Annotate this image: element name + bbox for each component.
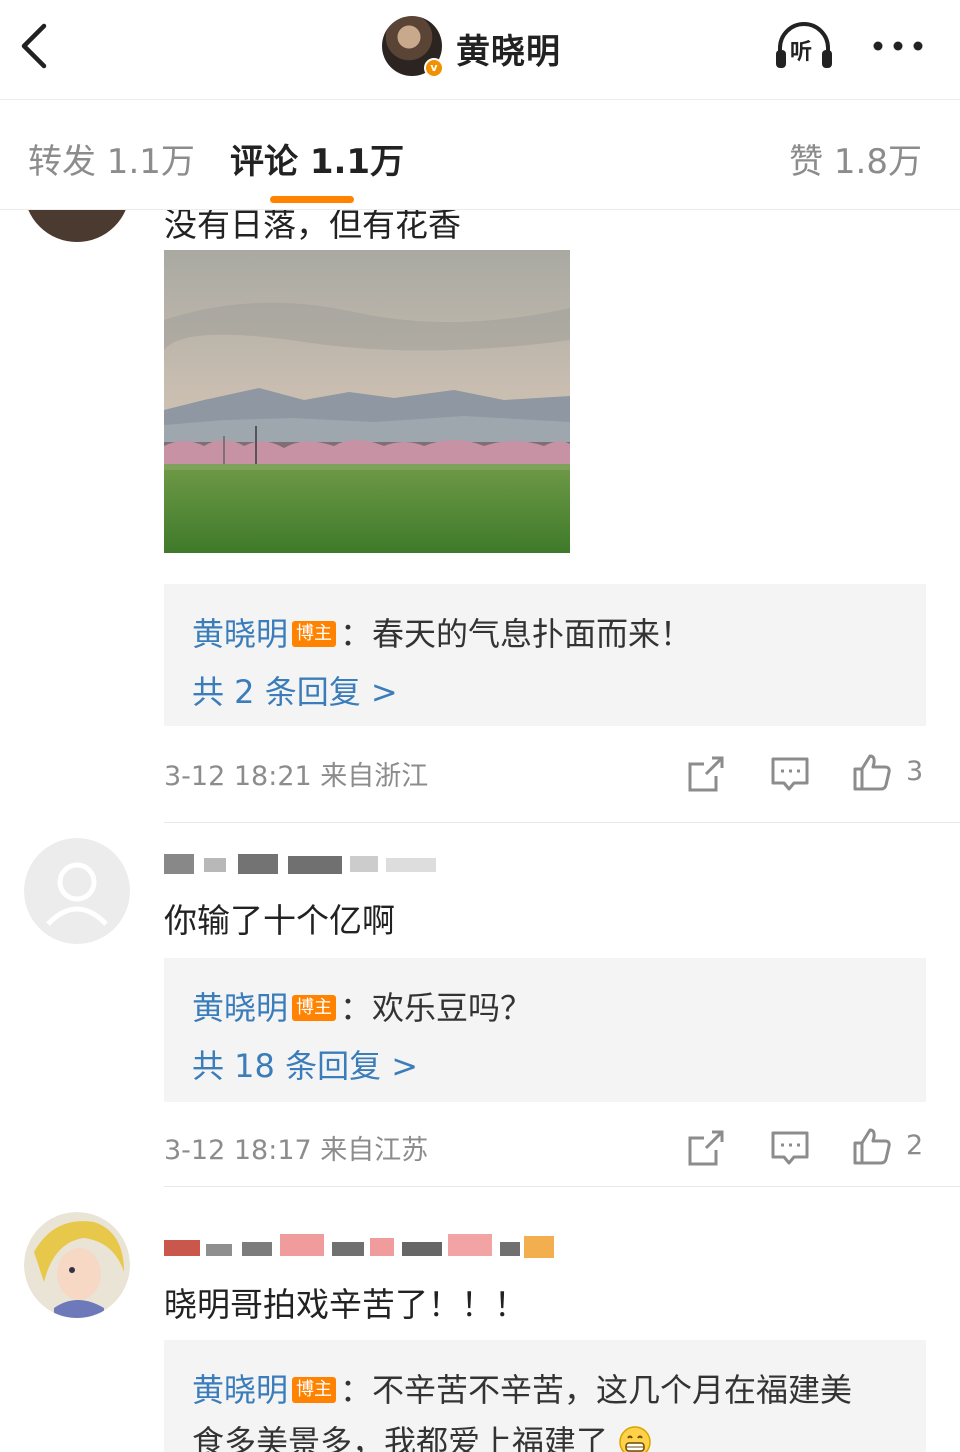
tab-like[interactable]: 赞 1.8万 [789,134,922,183]
divider [164,822,960,823]
avatar[interactable] [24,838,130,944]
like-count: 3 [906,756,924,787]
more-icon[interactable] [868,24,928,68]
tab-bar: 转发 1.1万 评论 1.1万 赞 1.8万 [0,100,960,210]
listen-label: 听 [790,40,813,65]
avatar[interactable] [24,210,130,242]
view-replies-link[interactable]: 共 18 条回复 > [192,1034,898,1098]
reply-text-continued: 食多美景多，我都爱上福建了 [192,1423,609,1452]
reply-author[interactable]: 黄晓明 [192,1371,288,1409]
tab-indicator [270,196,354,203]
username-blurred[interactable] [164,846,444,876]
reply-line: 黄晓明 博主 ：不辛苦不辛苦，这几个月在福建美 [192,1364,898,1416]
host-badge: 博主 [292,621,337,647]
comment-text: 没有日落，但有花香 [164,210,461,244]
like-icon[interactable] [852,752,892,792]
host-badge: 博主 [292,995,337,1021]
reply-line: 黄晓明 博主 ：春天的气息扑面而来！ [192,608,898,660]
reply-text: ：不辛苦不辛苦，这几个月在福建美 [340,1371,853,1409]
comment-icon[interactable] [770,754,810,794]
tab-repost[interactable]: 转发 1.1万 [28,134,195,183]
divider [164,1186,960,1187]
comment-icon[interactable] [770,1128,810,1168]
reply-box[interactable]: 黄晓明 博主 ：不辛苦不辛苦，这几个月在福建美 食多美景多，我都爱上福建了 [164,1340,926,1452]
comment-meta: 3-12 18:21 来自浙江 [164,761,429,792]
comment-text: 你输了十个亿啊 [164,901,395,940]
like-count: 2 [906,1130,924,1161]
grin-emoji-icon [619,1426,651,1452]
comment-meta: 3-12 18:17 来自江苏 [164,1135,429,1166]
verified-icon: v [424,58,444,78]
reply-line: 黄晓明 博主 ：欢乐豆吗？ [192,982,898,1034]
back-icon[interactable] [14,18,58,74]
reply-box[interactable]: 黄晓明 博主 ：欢乐豆吗？ 共 18 条回复 > [164,958,926,1102]
username-blurred[interactable] [164,1220,564,1260]
comment-list: 没有日落，但有花香 黄晓明 博主 ：春天的气息扑面而来！ 共 2 条回复 > 3… [0,210,960,1452]
reply-author[interactable]: 黄晓明 [192,989,288,1027]
reply-line-continued: 食多美景多，我都爱上福建了 [192,1416,898,1452]
like-icon[interactable] [852,1126,892,1166]
page-title[interactable]: 黄晓明 [456,24,561,73]
share-icon[interactable] [686,1128,726,1168]
reply-text: ：欢乐豆吗？ [340,989,533,1027]
comment-text: 晓明哥拍戏辛苦了！！！ [164,1285,527,1324]
view-replies-link[interactable]: 共 2 条回复 > [192,660,898,724]
reply-author[interactable]: 黄晓明 [192,615,288,653]
reply-box[interactable]: 黄晓明 博主 ：春天的气息扑面而来！ 共 2 条回复 > [164,584,926,726]
host-badge: 博主 [292,1377,337,1403]
tab-comment[interactable]: 评论 1.1万 [230,134,404,183]
share-icon[interactable] [686,754,726,794]
comment-photo[interactable] [164,250,570,553]
reply-text: ：春天的气息扑面而来！ [340,615,693,653]
top-bar: v 黄晓明 听 [0,0,960,100]
avatar[interactable] [24,1212,130,1318]
